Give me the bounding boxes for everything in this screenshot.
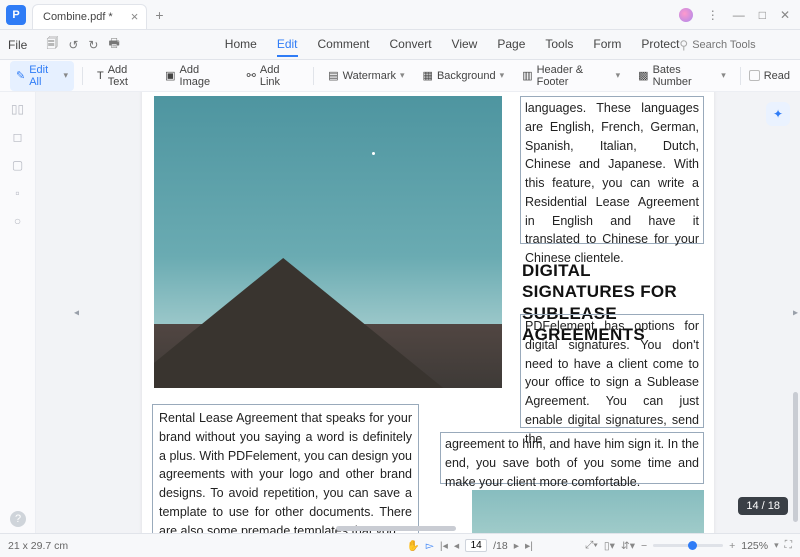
workspace: ▯▯ ◻ ▢ ▫ ○ ◂ ▸ Rental Lease Agreement th… xyxy=(0,92,800,533)
horizontal-scrollbar[interactable] xyxy=(336,526,456,531)
next-page-arrow[interactable]: ▸ xyxy=(793,307,798,318)
statusbar: 21 x 29.7 cm ✋ ▻ |◂ ◂ /18 ▸ ▸| ⤢▾ ▯▾ ⇵▾ … xyxy=(0,533,800,557)
menubar: File 🗐 ↺ ↻ 🖶 Home Edit Comment Convert V… xyxy=(0,30,800,60)
tab-protect[interactable]: Protect xyxy=(641,33,679,57)
first-page-icon[interactable]: |◂ xyxy=(440,540,448,552)
comment-panel-icon[interactable]: ▢ xyxy=(12,158,23,172)
zoom-level[interactable]: 125% xyxy=(741,540,768,552)
chevron-down-icon: ▾ xyxy=(500,70,505,81)
house-shape xyxy=(154,258,443,388)
select-tool-icon[interactable]: ▻ xyxy=(426,540,434,552)
close-window-button[interactable]: ✕ xyxy=(780,8,790,22)
minimize-button[interactable]: — xyxy=(733,8,745,22)
tab-view[interactable]: View xyxy=(452,33,478,57)
tab-tools[interactable]: Tools xyxy=(545,33,573,57)
read-mode-checkbox[interactable]: Read xyxy=(749,70,790,82)
titlebar: P Combine.pdf * × + ⋮ — □ ✕ xyxy=(0,0,800,30)
current-page-input[interactable] xyxy=(465,539,487,552)
link-icon: ⚯ xyxy=(247,69,256,82)
text-block-right-1[interactable]: languages. These languages are English, … xyxy=(520,96,704,244)
search-panel-icon[interactable]: ○ xyxy=(14,214,21,228)
chevron-down-icon: ▾ xyxy=(721,70,726,81)
redo-icon[interactable]: ↻ xyxy=(88,38,98,52)
profile-color-icon[interactable] xyxy=(679,8,693,22)
tab-title: Combine.pdf * xyxy=(43,11,113,23)
secondary-image[interactable] xyxy=(472,490,704,533)
print-icon[interactable]: 🖶 xyxy=(108,34,119,55)
thumbnails-icon[interactable]: ▯▯ xyxy=(11,102,24,116)
tab-page[interactable]: Page xyxy=(497,33,525,57)
attachment-icon[interactable]: ▫ xyxy=(15,186,19,200)
menu-tabs: Home Edit Comment Convert View Page Tool… xyxy=(225,33,680,57)
zoom-out-icon[interactable]: − xyxy=(641,540,647,552)
add-image-button[interactable]: ▣ Add Image xyxy=(159,61,235,91)
bates-icon: ▩ xyxy=(638,69,648,82)
tab-comment[interactable]: Comment xyxy=(318,33,370,57)
close-tab-icon[interactable]: × xyxy=(131,9,139,24)
page-layout-icon[interactable]: ▯▾ xyxy=(604,540,615,552)
moon-decoration xyxy=(372,152,375,155)
left-side-panel: ▯▯ ◻ ▢ ▫ ○ xyxy=(0,92,36,533)
document-canvas[interactable]: ◂ ▸ Rental Lease Agreement that speaks f… xyxy=(36,92,800,533)
edit-all-button[interactable]: ✎ Edit All ▾ xyxy=(10,61,74,91)
watermark-icon: ▤ xyxy=(328,69,338,82)
tab-home[interactable]: Home xyxy=(225,33,257,57)
total-pages: /18 xyxy=(493,540,508,552)
chevron-down-icon: ▾ xyxy=(400,70,405,81)
ribbon-edit: ✎ Edit All ▾ T Add Text ▣ Add Image ⚯ Ad… xyxy=(0,60,800,92)
scroll-mode-icon[interactable]: ⇵▾ xyxy=(621,540,635,552)
search-icon: ⚲ xyxy=(679,38,688,52)
tab-form[interactable]: Form xyxy=(593,33,621,57)
maximize-button[interactable]: □ xyxy=(759,8,766,22)
background-button[interactable]: ▦ Background ▾ xyxy=(417,66,511,85)
bookmark-icon[interactable]: ◻ xyxy=(13,130,23,144)
open-icon[interactable]: 🗐 xyxy=(46,34,58,55)
page-indicator-badge: 14 / 18 xyxy=(738,497,788,515)
fit-width-icon[interactable]: ⤢▾ xyxy=(585,539,598,552)
new-tab-button[interactable]: + xyxy=(155,7,163,23)
help-button[interactable]: ? xyxy=(10,511,26,527)
last-page-icon[interactable]: ▸| xyxy=(525,540,533,552)
text-icon: T xyxy=(97,70,104,82)
file-menu[interactable]: File xyxy=(8,38,27,52)
page-content: Rental Lease Agreement that speaks for y… xyxy=(142,92,714,533)
hero-image[interactable] xyxy=(154,96,502,388)
chevron-down-icon: ▾ xyxy=(616,70,621,81)
tab-convert[interactable]: Convert xyxy=(390,33,432,57)
hand-tool-icon[interactable]: ✋ xyxy=(407,539,420,552)
chevron-down-icon: ▾ xyxy=(64,70,69,81)
prev-page-arrow[interactable]: ◂ xyxy=(74,307,79,318)
add-text-button[interactable]: T Add Text xyxy=(91,61,153,91)
fullscreen-icon[interactable]: ⛶ xyxy=(785,539,792,552)
zoom-slider[interactable] xyxy=(653,544,723,547)
search-input[interactable] xyxy=(692,39,772,51)
undo-icon[interactable]: ↺ xyxy=(68,38,78,52)
more-menu-icon[interactable]: ⋮ xyxy=(707,8,719,22)
text-block-right-2[interactable]: PDFelement has options for digital signa… xyxy=(520,314,704,428)
next-page-icon[interactable]: ▸ xyxy=(514,540,519,552)
add-link-button[interactable]: ⚯ Add Link xyxy=(241,61,306,91)
zoom-in-icon[interactable]: + xyxy=(729,540,735,552)
prev-page-icon[interactable]: ◂ xyxy=(454,540,459,552)
pencil-icon: ✎ xyxy=(16,69,25,82)
text-block-left[interactable]: Rental Lease Agreement that speaks for y… xyxy=(152,404,419,533)
search-tools[interactable]: ⚲ xyxy=(679,38,772,52)
text-block-right-3[interactable]: agreement to him, and have him sign it. … xyxy=(440,432,704,484)
checkbox-icon xyxy=(749,70,760,81)
tab-edit[interactable]: Edit xyxy=(277,33,298,57)
page-dimensions: 21 x 29.7 cm xyxy=(8,540,68,552)
background-icon: ▦ xyxy=(423,69,433,82)
vertical-scrollbar[interactable] xyxy=(793,392,798,522)
document-tab[interactable]: Combine.pdf * × xyxy=(32,4,147,30)
header-footer-button[interactable]: ▥ Header & Footer ▾ xyxy=(516,61,626,91)
header-footer-icon: ▥ xyxy=(522,69,532,82)
app-logo-icon: P xyxy=(6,5,26,25)
watermark-button[interactable]: ▤ Watermark ▾ xyxy=(322,66,410,85)
image-icon: ▣ xyxy=(165,69,175,82)
floating-tool-icon[interactable]: ✦ xyxy=(766,102,790,126)
bates-number-button[interactable]: ▩ Bates Number ▾ xyxy=(632,61,732,91)
